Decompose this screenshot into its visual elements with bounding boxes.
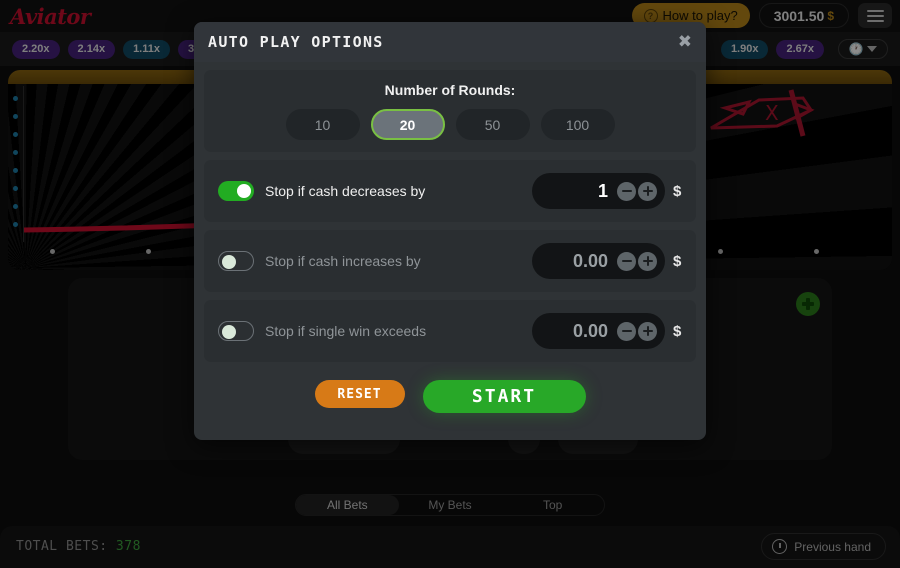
rounds-option-10[interactable]: 10	[285, 109, 360, 140]
modal-title: AUTO PLAY OPTIONS	[208, 33, 384, 51]
start-button[interactable]: START	[422, 380, 586, 413]
stop-if-cash-increases-toggle[interactable]	[218, 251, 254, 271]
rounds-option-20[interactable]: 20	[370, 109, 445, 140]
minus-circle-icon[interactable]	[617, 321, 636, 341]
stop-if-single-win-exceeds-label: Stop if single win exceeds	[265, 323, 427, 339]
toggle-knob	[222, 255, 236, 269]
close-x-icon[interactable]: ✖	[678, 33, 692, 50]
minus-circle-icon[interactable]	[617, 181, 636, 201]
modal-header: AUTO PLAY OPTIONS ✖	[194, 22, 706, 62]
minus-circle-icon[interactable]	[617, 251, 636, 271]
auto-play-options-modal: AUTO PLAY OPTIONS ✖ Number of Rounds: 10…	[194, 22, 706, 440]
stop-if-cash-decreases-input[interactable]: 1	[532, 173, 665, 209]
number-of-rounds-card: Number of Rounds: 10 20 50 100	[204, 70, 696, 152]
stop-if-cash-increases-input[interactable]: 0.00	[532, 243, 665, 279]
rounds-label: Number of Rounds:	[384, 82, 516, 98]
rounds-options: 10 20 50 100	[218, 109, 682, 140]
currency-symbol: $	[673, 182, 682, 200]
stop-if-cash-increases-label: Stop if cash increases by	[265, 253, 421, 269]
rounds-option-100[interactable]: 100	[540, 109, 615, 140]
stop-if-single-win-exceeds-value: 0.00	[572, 320, 608, 341]
aviator-game-app: Aviator ? How to play? 3001.50 $ 2.20x 2…	[0, 0, 900, 568]
currency-symbol: $	[673, 322, 682, 340]
stop-if-single-win-exceeds-card: Stop if single win exceeds 0.00 $	[204, 300, 696, 362]
reset-button[interactable]: RESET	[314, 380, 405, 408]
modal-body: Number of Rounds: 10 20 50 100 Stop if c…	[194, 62, 706, 413]
stop-if-cash-decreases-toggle[interactable]	[218, 181, 254, 201]
stop-if-single-win-exceeds-input[interactable]: 0.00	[532, 313, 665, 349]
modal-actions: RESET START	[204, 380, 696, 413]
stop-if-cash-decreases-card: Stop if cash decreases by 1 $	[204, 160, 696, 222]
stop-if-cash-decreases-value: 1	[597, 180, 608, 201]
plus-circle-icon[interactable]	[638, 321, 657, 341]
toggle-knob	[222, 325, 236, 339]
rounds-option-50[interactable]: 50	[455, 109, 530, 140]
stop-if-cash-decreases-label: Stop if cash decreases by	[265, 183, 426, 199]
currency-symbol: $	[673, 252, 682, 270]
stop-if-single-win-exceeds-toggle[interactable]	[218, 321, 254, 341]
plus-circle-icon[interactable]	[638, 181, 657, 201]
toggle-knob	[237, 184, 251, 198]
plus-circle-icon[interactable]	[638, 251, 657, 271]
stop-if-cash-increases-card: Stop if cash increases by 0.00 $	[204, 230, 696, 292]
stop-if-cash-increases-value: 0.00	[572, 250, 608, 271]
